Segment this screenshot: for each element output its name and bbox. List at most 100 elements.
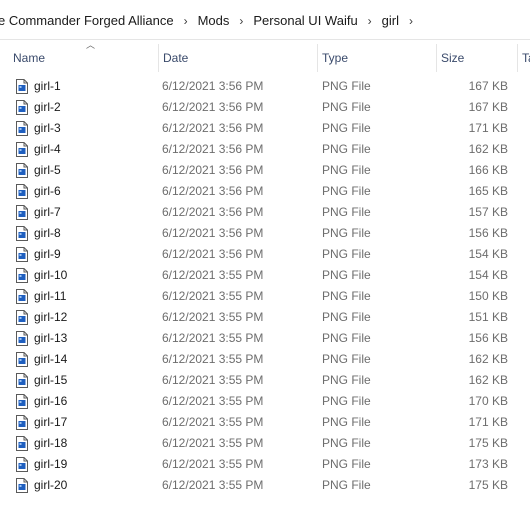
file-row[interactable]: girl-16 6/12/2021 3:55 PM PNG File 170 KB bbox=[0, 391, 530, 412]
file-name: girl-3 bbox=[34, 121, 61, 135]
file-size: 162 KB bbox=[468, 352, 508, 366]
file-name: girl-9 bbox=[34, 247, 61, 261]
file-row[interactable]: girl-12 6/12/2021 3:55 PM PNG File 151 KB bbox=[0, 307, 530, 328]
file-name: girl-17 bbox=[34, 415, 68, 429]
file-name: girl-12 bbox=[34, 310, 68, 324]
file-row[interactable]: girl-8 6/12/2021 3:56 PM PNG File 156 KB bbox=[0, 223, 530, 244]
file-size: 156 KB bbox=[468, 226, 508, 240]
file-date-modified: 6/12/2021 3:55 PM bbox=[162, 436, 264, 450]
file-size: 175 KB bbox=[468, 436, 508, 450]
breadcrumb-item-mods[interactable]: Mods bbox=[196, 13, 232, 28]
file-row[interactable]: girl-15 6/12/2021 3:55 PM PNG File 162 KB bbox=[0, 370, 530, 391]
file-type: PNG File bbox=[322, 310, 371, 324]
image-file-icon bbox=[16, 100, 28, 115]
file-type: PNG File bbox=[322, 121, 371, 135]
image-file-icon bbox=[16, 436, 28, 451]
file-row[interactable]: girl-19 6/12/2021 3:55 PM PNG File 173 KB bbox=[0, 454, 530, 475]
file-type: PNG File bbox=[322, 457, 371, 471]
breadcrumb-item-personal-ui-waifu[interactable]: Personal UI Waifu bbox=[251, 13, 359, 28]
file-type: PNG File bbox=[322, 268, 371, 282]
file-row[interactable]: girl-9 6/12/2021 3:56 PM PNG File 154 KB bbox=[0, 244, 530, 265]
file-size: 162 KB bbox=[468, 142, 508, 156]
file-size: 156 KB bbox=[468, 331, 508, 345]
file-name: girl-15 bbox=[34, 373, 68, 387]
file-type: PNG File bbox=[322, 184, 371, 198]
file-date-modified: 6/12/2021 3:55 PM bbox=[162, 352, 264, 366]
chevron-right-icon[interactable]: › bbox=[176, 14, 196, 28]
file-row[interactable]: girl-3 6/12/2021 3:56 PM PNG File 171 KB bbox=[0, 118, 530, 139]
file-type: PNG File bbox=[322, 163, 371, 177]
file-date-modified: 6/12/2021 3:56 PM bbox=[162, 100, 264, 114]
column-header-name-label: Name bbox=[13, 51, 46, 65]
file-date-modified: 6/12/2021 3:55 PM bbox=[162, 289, 264, 303]
file-date-modified: 6/12/2021 3:56 PM bbox=[162, 79, 264, 93]
file-row[interactable]: girl-13 6/12/2021 3:55 PM PNG File 156 KB bbox=[0, 328, 530, 349]
file-date-modified: 6/12/2021 3:55 PM bbox=[162, 415, 264, 429]
file-row[interactable]: girl-6 6/12/2021 3:56 PM PNG File 165 KB bbox=[0, 181, 530, 202]
column-header-type-label: Type bbox=[322, 51, 349, 65]
column-header-tags-label: Ta bbox=[522, 51, 530, 65]
file-size: 154 KB bbox=[468, 268, 508, 282]
file-type: PNG File bbox=[322, 289, 371, 303]
file-size: 167 KB bbox=[468, 100, 508, 114]
file-row[interactable]: girl-4 6/12/2021 3:56 PM PNG File 162 KB bbox=[0, 139, 530, 160]
file-name: girl-5 bbox=[34, 163, 61, 177]
file-size: 171 KB bbox=[468, 415, 508, 429]
file-type: PNG File bbox=[322, 352, 371, 366]
file-row[interactable]: girl-7 6/12/2021 3:56 PM PNG File 157 KB bbox=[0, 202, 530, 223]
image-file-icon bbox=[16, 352, 28, 367]
chevron-right-icon[interactable]: › bbox=[401, 14, 421, 28]
chevron-right-icon[interactable]: › bbox=[231, 14, 251, 28]
file-row[interactable]: girl-17 6/12/2021 3:55 PM PNG File 171 KB bbox=[0, 412, 530, 433]
file-row[interactable]: girl-10 6/12/2021 3:55 PM PNG File 154 KB bbox=[0, 265, 530, 286]
address-bar[interactable]: e Commander Forged Alliance › Mods › Per… bbox=[0, 0, 530, 40]
file-date-modified: 6/12/2021 3:56 PM bbox=[162, 247, 264, 261]
file-date-modified: 6/12/2021 3:55 PM bbox=[162, 457, 264, 471]
file-size: 173 KB bbox=[468, 457, 508, 471]
file-size: 166 KB bbox=[468, 163, 508, 177]
file-name: girl-7 bbox=[34, 205, 61, 219]
file-date-modified: 6/12/2021 3:55 PM bbox=[162, 394, 264, 408]
file-type: PNG File bbox=[322, 478, 371, 492]
image-file-icon bbox=[16, 247, 28, 262]
file-row[interactable]: girl-2 6/12/2021 3:56 PM PNG File 167 KB bbox=[0, 97, 530, 118]
file-name: girl-1 bbox=[34, 79, 61, 93]
file-type: PNG File bbox=[322, 436, 371, 450]
image-file-icon bbox=[16, 331, 28, 346]
file-name: girl-14 bbox=[34, 352, 68, 366]
file-type: PNG File bbox=[322, 100, 371, 114]
column-header-date[interactable]: Date bbox=[158, 44, 316, 72]
image-file-icon bbox=[16, 478, 28, 493]
breadcrumb-item-game[interactable]: e Commander Forged Alliance bbox=[0, 13, 176, 28]
sort-ascending-icon: ︿ bbox=[86, 40, 96, 50]
file-row[interactable]: girl-14 6/12/2021 3:55 PM PNG File 162 KB bbox=[0, 349, 530, 370]
image-file-icon bbox=[16, 310, 28, 325]
image-file-icon bbox=[16, 457, 28, 472]
file-list: girl-1 6/12/2021 3:56 PM PNG File 167 KB gir… bbox=[0, 76, 530, 496]
file-row[interactable]: girl-1 6/12/2021 3:56 PM PNG File 167 KB bbox=[0, 76, 530, 97]
file-size: 170 KB bbox=[468, 394, 508, 408]
file-row[interactable]: girl-18 6/12/2021 3:55 PM PNG File 175 KB bbox=[0, 433, 530, 454]
breadcrumb-item-girl[interactable]: girl bbox=[380, 13, 401, 28]
image-file-icon bbox=[16, 415, 28, 430]
file-size: 171 KB bbox=[468, 121, 508, 135]
column-header-size[interactable]: Size bbox=[436, 44, 516, 72]
image-file-icon bbox=[16, 394, 28, 409]
file-row[interactable]: girl-20 6/12/2021 3:55 PM PNG File 175 KB bbox=[0, 475, 530, 496]
column-header-name[interactable]: ︿ Name bbox=[9, 40, 157, 72]
file-size: 175 KB bbox=[468, 478, 508, 492]
image-file-icon bbox=[16, 184, 28, 199]
file-date-modified: 6/12/2021 3:56 PM bbox=[162, 205, 264, 219]
file-date-modified: 6/12/2021 3:55 PM bbox=[162, 373, 264, 387]
column-header-type[interactable]: Type bbox=[317, 44, 435, 72]
file-size: 157 KB bbox=[468, 205, 508, 219]
file-row[interactable]: girl-5 6/12/2021 3:56 PM PNG File 166 KB bbox=[0, 160, 530, 181]
file-type: PNG File bbox=[322, 415, 371, 429]
file-name: girl-10 bbox=[34, 268, 68, 282]
file-size: 151 KB bbox=[468, 310, 508, 324]
chevron-right-icon[interactable]: › bbox=[360, 14, 380, 28]
image-file-icon bbox=[16, 268, 28, 283]
file-row[interactable]: girl-11 6/12/2021 3:55 PM PNG File 150 KB bbox=[0, 286, 530, 307]
file-name: girl-16 bbox=[34, 394, 68, 408]
column-header-tags[interactable]: Ta bbox=[517, 44, 530, 72]
